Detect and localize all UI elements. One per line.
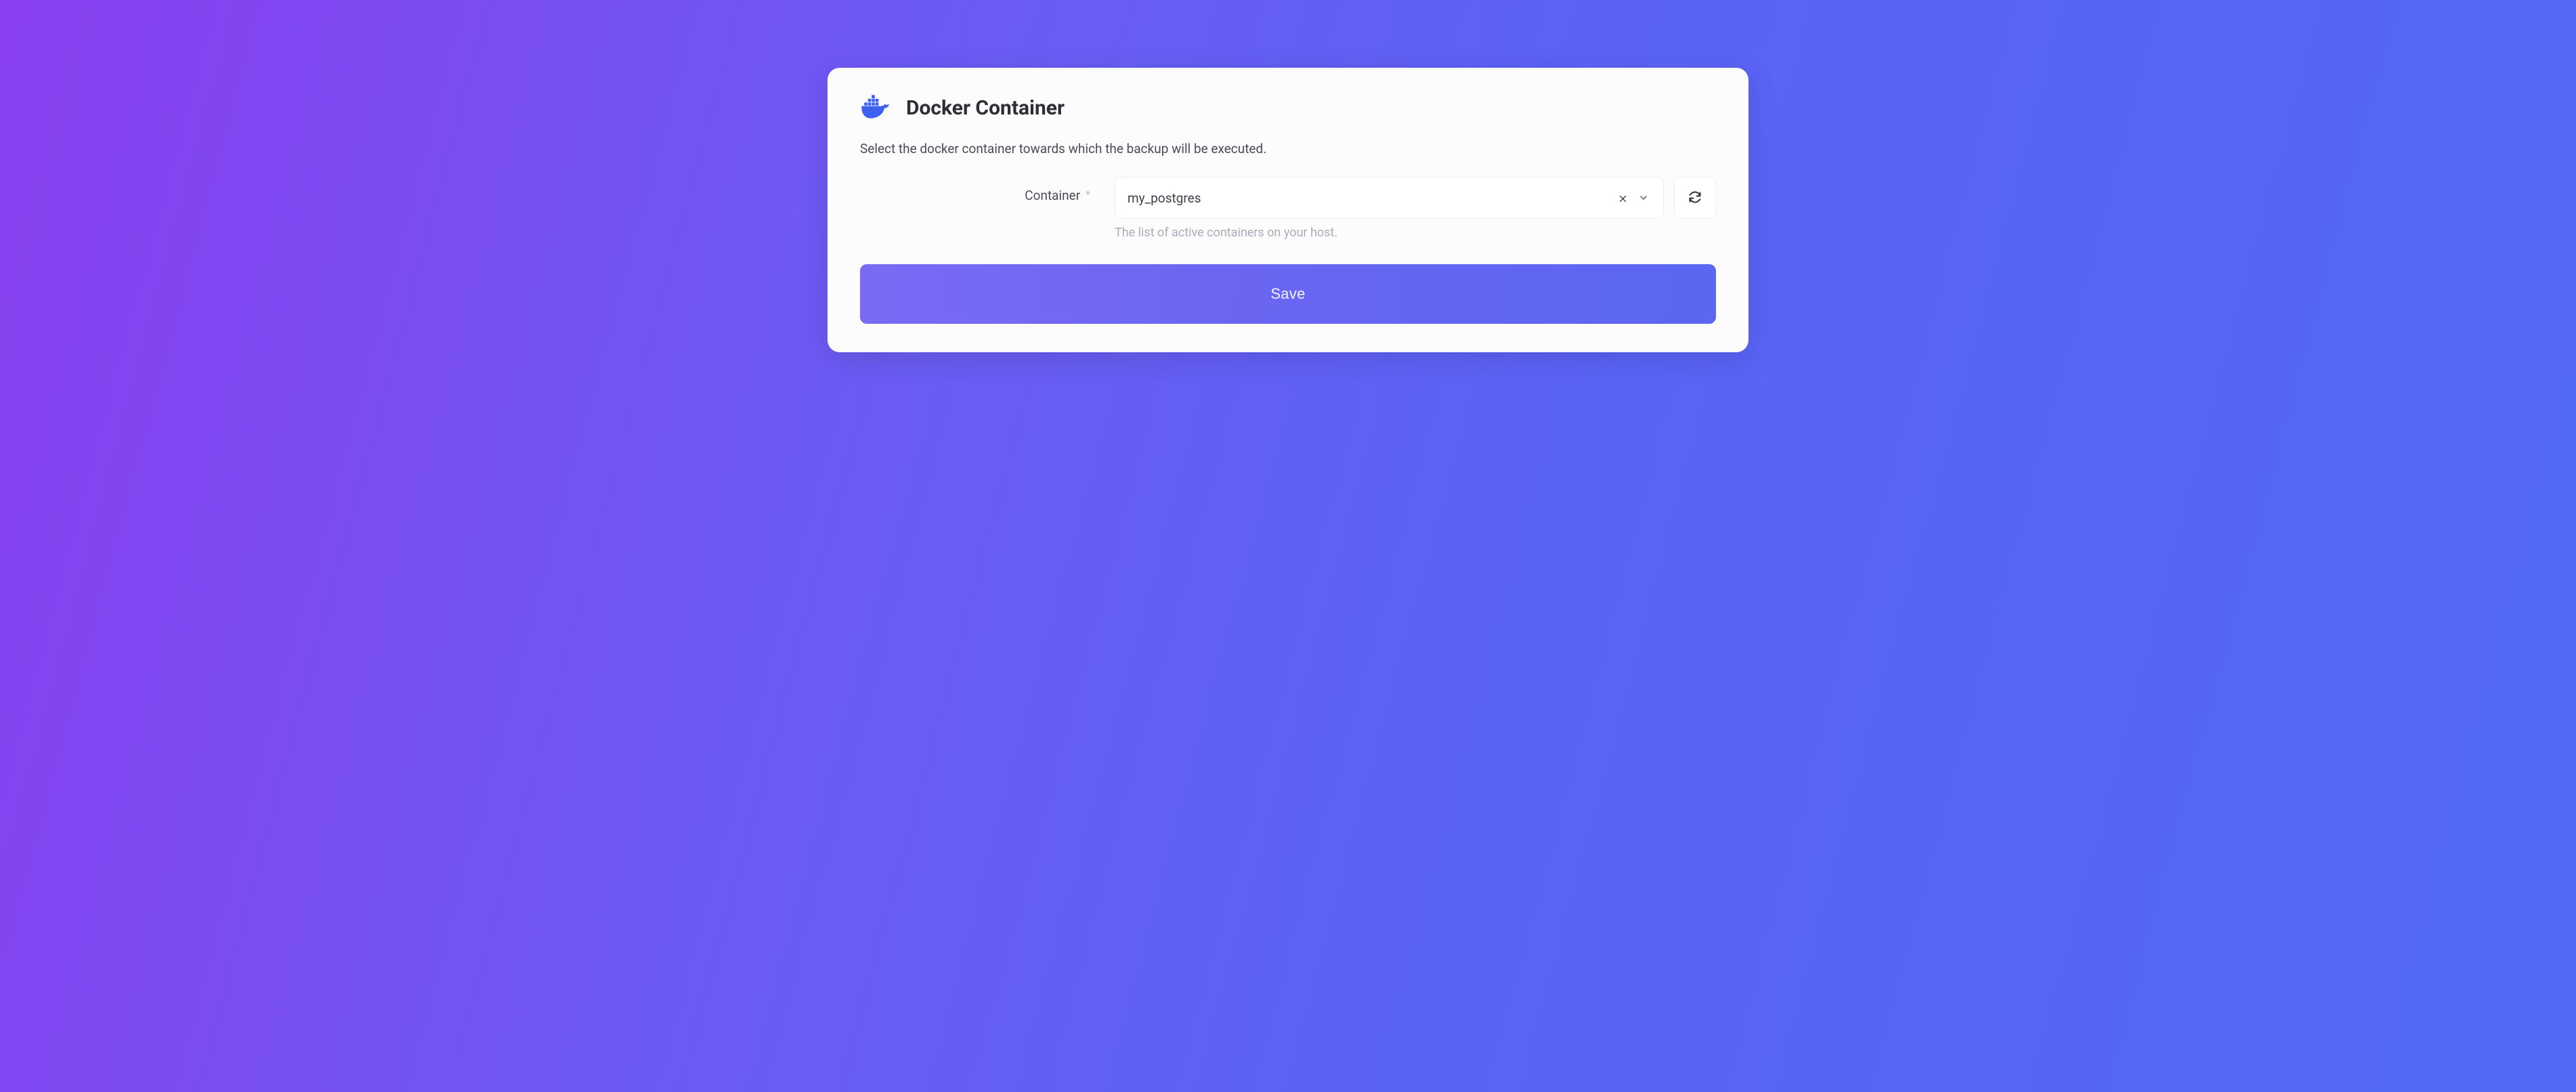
save-button[interactable]: Save — [860, 264, 1716, 324]
container-label-wrap: Container * — [860, 177, 1090, 203]
container-control-wrap: my_postgres — [1115, 177, 1716, 240]
container-help-text: The list of active containers on your ho… — [1115, 226, 1716, 240]
container-select-value: my_postgres — [1128, 190, 1613, 206]
container-select-row: my_postgres — [1115, 177, 1716, 219]
clear-icon[interactable] — [1613, 188, 1632, 207]
card-header: Docker Container — [860, 95, 1716, 121]
card-title: Docker Container — [906, 96, 1065, 120]
container-form-row: Container * my_postgres — [860, 177, 1716, 240]
card-description: Select the docker container towards whic… — [860, 141, 1716, 156]
refresh-icon — [1688, 190, 1702, 206]
container-select[interactable]: my_postgres — [1115, 177, 1664, 219]
chevron-down-icon[interactable] — [1636, 190, 1651, 205]
container-label: Container — [1025, 188, 1080, 203]
refresh-button[interactable] — [1674, 177, 1716, 219]
required-indicator: * — [1086, 188, 1090, 201]
docker-container-card: Docker Container Select the docker conta… — [828, 68, 1748, 352]
docker-icon — [860, 95, 894, 121]
